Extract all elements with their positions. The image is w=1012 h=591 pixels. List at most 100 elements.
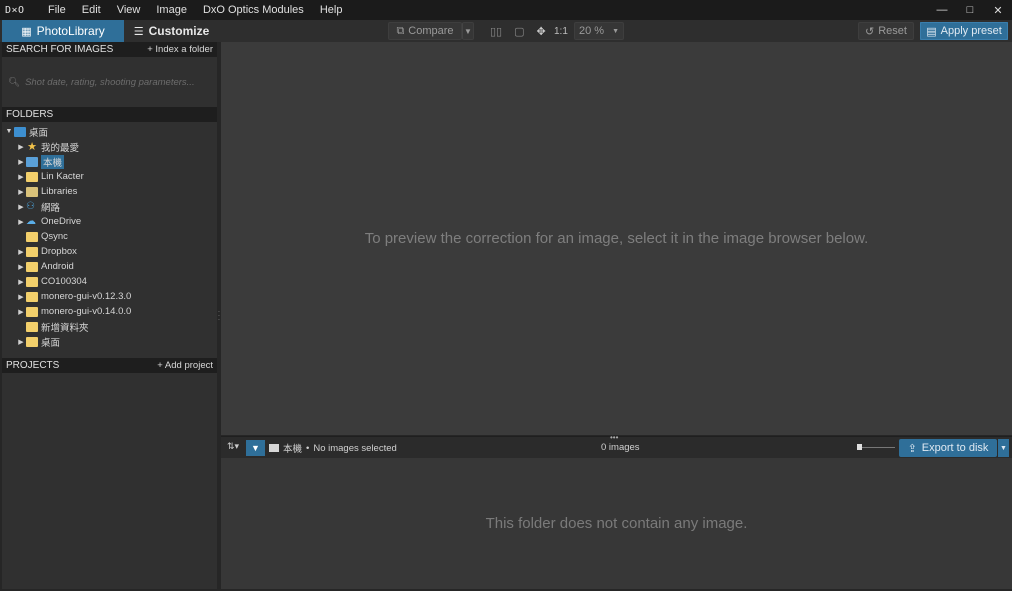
collapsed-arrow-icon[interactable]: ▶ bbox=[16, 143, 26, 151]
tree-item[interactable]: ▶ monero-gui-v0.12.3.0 bbox=[2, 289, 217, 304]
view-icons-group: ▯▯ ▢ ✥ bbox=[484, 22, 552, 40]
tree-item[interactable]: ▶ Lin Kacter bbox=[2, 169, 217, 184]
menu-dxo-optics-modules[interactable]: DxO Optics Modules bbox=[195, 0, 312, 20]
split-view-icon[interactable]: ▯▯ bbox=[490, 25, 502, 38]
folder-icon bbox=[269, 444, 279, 452]
collapsed-arrow-icon[interactable]: ▶ bbox=[16, 158, 26, 166]
projects-section-header: PROJECTS + Add project bbox=[2, 358, 217, 373]
reset-label: Reset bbox=[878, 25, 907, 37]
desktop-icon bbox=[14, 126, 26, 137]
menu-help[interactable]: Help bbox=[312, 0, 351, 20]
image-browser-bar: ••• ⇅▾ ▼ 本機 • No images selected 0 image… bbox=[221, 433, 1012, 459]
network-icon: ⚇ bbox=[26, 200, 35, 212]
folder-icon bbox=[26, 336, 38, 347]
tree-item-label: OneDrive bbox=[41, 216, 82, 227]
collapsed-arrow-icon[interactable]: ▶ bbox=[16, 338, 26, 346]
star-icon: ★ bbox=[27, 140, 37, 153]
tree-item[interactable]: ▶ Android bbox=[2, 259, 217, 274]
menu-edit[interactable]: Edit bbox=[74, 0, 109, 20]
folder-icon bbox=[26, 321, 38, 332]
menu-image[interactable]: Image bbox=[148, 0, 195, 20]
minimize-button[interactable]: — bbox=[928, 0, 956, 20]
slider-handle[interactable] bbox=[857, 444, 862, 450]
compare-dropdown-button[interactable]: ▼ bbox=[462, 22, 474, 40]
tree-item[interactable]: ▶ ★ 我的最愛 bbox=[2, 139, 217, 154]
search-section-title: SEARCH FOR IMAGES bbox=[6, 44, 114, 55]
filter-icon[interactable]: ▼ bbox=[246, 440, 265, 456]
tree-item[interactable]: ▶ Dropbox bbox=[2, 244, 217, 259]
tree-item[interactable]: ▶ CO100304 bbox=[2, 274, 217, 289]
left-panel: SEARCH FOR IMAGES + Index a folder 🔍︎ Sh… bbox=[2, 42, 217, 589]
close-button[interactable]: ✕ bbox=[984, 0, 1012, 20]
compare-label: Compare bbox=[408, 25, 454, 37]
tab-customize-label: Customize bbox=[148, 24, 210, 38]
image-browser: This folder does not contain any image. bbox=[221, 458, 1012, 589]
tree-item-label: Qsync bbox=[41, 231, 68, 242]
compare-button[interactable]: ⧉ Compare bbox=[388, 22, 462, 40]
tree-item-label: monero-gui-v0.12.3.0 bbox=[41, 291, 132, 302]
tree-item[interactable]: ▶ 本機 bbox=[2, 154, 217, 169]
tree-item[interactable]: ▶ Libraries bbox=[2, 184, 217, 199]
tab-customize[interactable]: ☰ Customize bbox=[124, 20, 219, 42]
tree-item[interactable]: ▼ 桌面 bbox=[2, 124, 217, 139]
apply-preset-button[interactable]: ▤ Apply preset bbox=[920, 22, 1008, 40]
collapsed-arrow-icon[interactable]: ▶ bbox=[16, 308, 26, 316]
tree-item[interactable]: ▶ ☁ OneDrive bbox=[2, 214, 217, 229]
expand-arrow-icon[interactable]: ▼ bbox=[4, 128, 14, 135]
folder-icon bbox=[26, 291, 38, 302]
libraries-icon bbox=[26, 186, 38, 197]
tree-item[interactable]: 新增資料夾 bbox=[2, 319, 217, 334]
tree-item[interactable]: Qsync bbox=[2, 229, 217, 244]
computer-icon bbox=[26, 156, 38, 167]
tree-item[interactable]: ▶ 桌面 bbox=[2, 334, 217, 349]
app-logo: D×O bbox=[5, 4, 25, 16]
collapsed-arrow-icon[interactable]: ▶ bbox=[16, 278, 26, 286]
collapsed-arrow-icon[interactable]: ▶ bbox=[16, 293, 26, 301]
collapsed-arrow-icon[interactable]: ▶ bbox=[16, 263, 26, 271]
add-project-button[interactable]: + Add project bbox=[157, 360, 213, 371]
export-label: Export to disk bbox=[921, 442, 989, 454]
menu-view[interactable]: View bbox=[109, 0, 149, 20]
tree-item[interactable]: ▶ monero-gui-v0.14.0.0 bbox=[2, 304, 217, 319]
collapsed-arrow-icon[interactable]: ▶ bbox=[16, 173, 26, 181]
tree-item-label: monero-gui-v0.14.0.0 bbox=[41, 306, 132, 317]
menu-file[interactable]: File bbox=[40, 0, 74, 20]
folder-icon bbox=[26, 246, 38, 257]
tree-item-label: 新增資料夾 bbox=[41, 322, 89, 334]
export-to-disk-button[interactable]: ⇪ Export to disk bbox=[899, 439, 997, 457]
tree-item[interactable]: ▶ ⚇ 網路 bbox=[2, 199, 217, 214]
zoom-1to1-button[interactable]: 1:1 bbox=[554, 22, 568, 40]
tab-photolibrary[interactable]: ▦ PhotoLibrary bbox=[2, 20, 124, 42]
compare-icon: ⧉ bbox=[396, 24, 405, 37]
export-icon: ⇪ bbox=[907, 442, 917, 455]
folder-tree: ▼ 桌面 ▶ ★ 我的最愛 ▶ 本機 ▶ Lin Kacter ▶ Librar… bbox=[2, 122, 217, 358]
collapsed-arrow-icon[interactable]: ▶ bbox=[16, 218, 26, 226]
index-folder-button[interactable]: + Index a folder bbox=[147, 44, 213, 55]
projects-section-title: PROJECTS bbox=[6, 360, 60, 371]
breadcrumb: 本機 • No images selected bbox=[269, 437, 397, 459]
image-count: 0 images bbox=[601, 442, 640, 453]
collapsed-arrow-icon[interactable]: ▶ bbox=[16, 188, 26, 196]
folder-icon bbox=[26, 276, 38, 287]
tree-item-label: Lin Kacter bbox=[41, 171, 84, 182]
preview-message: To preview the correction for an image, … bbox=[364, 230, 869, 247]
zoom-select[interactable]: 20 % ▼ bbox=[574, 22, 624, 40]
maximize-button[interactable]: □ bbox=[956, 0, 984, 20]
projects-list bbox=[2, 373, 217, 591]
chevron-down-icon: ▼ bbox=[612, 27, 619, 35]
apply-preset-label: Apply preset bbox=[940, 25, 1002, 37]
sort-icon[interactable]: ⇅▾ bbox=[227, 441, 239, 452]
thumbnail-size-slider[interactable] bbox=[857, 444, 895, 450]
reset-button[interactable]: ↺ Reset bbox=[858, 22, 914, 40]
grid-icon: ▦ bbox=[21, 25, 32, 38]
search-input[interactable]: 🔍︎ Shot date, rating, shooting parameter… bbox=[2, 57, 217, 107]
toolbar: ▦ PhotoLibrary ☰ Customize ⧉ Compare ▼ ▯… bbox=[0, 20, 1012, 42]
export-dropdown-button[interactable]: ▼ bbox=[998, 439, 1009, 457]
tree-item-label: Android bbox=[41, 261, 74, 272]
selection-status: No images selected bbox=[313, 442, 397, 454]
crop-icon[interactable]: ▢ bbox=[514, 25, 524, 38]
tree-item-label: Dropbox bbox=[41, 246, 77, 257]
collapsed-arrow-icon[interactable]: ▶ bbox=[16, 203, 26, 211]
move-icon[interactable]: ✥ bbox=[537, 25, 546, 38]
collapsed-arrow-icon[interactable]: ▶ bbox=[16, 248, 26, 256]
